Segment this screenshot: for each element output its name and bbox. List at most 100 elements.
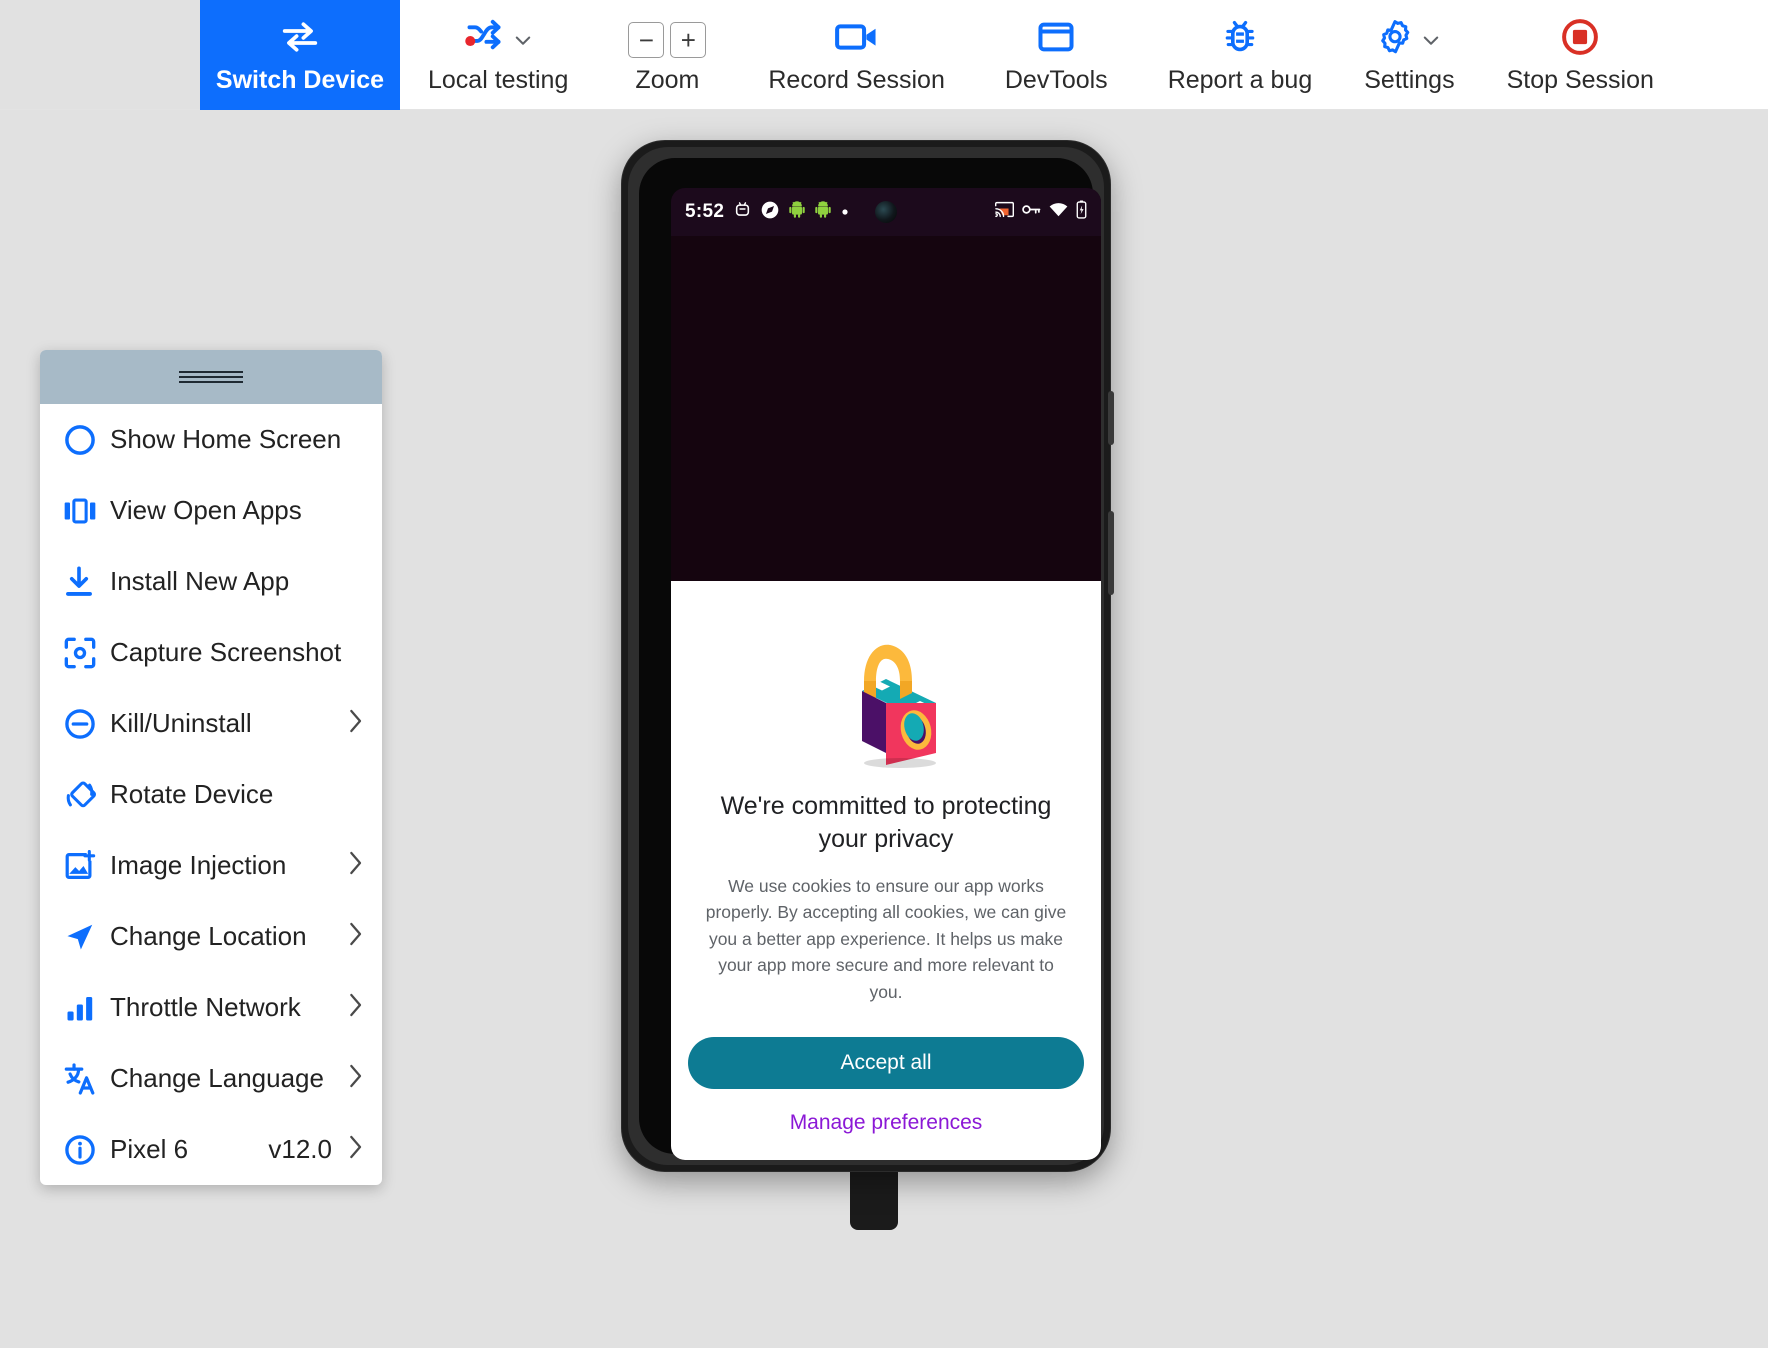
zoom-out-button[interactable]: −: [628, 21, 665, 58]
device-preview: 5:52 We're committed to protecting your …: [621, 140, 1114, 1230]
drag-handle[interactable]: [40, 350, 382, 404]
local-testing-button[interactable]: Local testing: [400, 0, 596, 110]
local-testing-icon-row: [463, 18, 533, 62]
chevron-down-icon[interactable]: [1421, 30, 1441, 50]
device-screen[interactable]: 5:52 We're committed to protecting your …: [671, 188, 1101, 1160]
navigation-arrow-icon: [64, 921, 110, 953]
volume-button[interactable]: [1108, 391, 1114, 445]
sidebar-item-image-injection[interactable]: Image Injection: [40, 830, 382, 901]
top-toolbar: Switch Device Local testing − + Zoom Rec…: [0, 0, 1768, 110]
screenshot-focus-icon: [64, 637, 110, 669]
phone-bezel: 5:52 We're committed to protecting your …: [639, 158, 1101, 1160]
record-session-icon-row: [834, 18, 879, 62]
sidebar-item-show-home-screen[interactable]: Show Home Screen: [40, 404, 382, 475]
sidebar-item-label: Throttle Network: [110, 992, 301, 1022]
battery-icon: [1076, 200, 1087, 224]
cookie-dialog-title: We're committed to protecting your priva…: [720, 792, 1052, 854]
chevron-right-icon: [348, 922, 364, 951]
android-robot-icon: [815, 201, 831, 223]
wifi-icon: [1049, 202, 1068, 222]
translate-icon: [64, 1062, 110, 1095]
device-actions-menu: Show Home Screen View Open Apps Install …: [40, 350, 382, 1185]
device-name-label: Pixel 6: [110, 1134, 189, 1164]
sidebar-item-label: Install New App: [110, 566, 290, 596]
minus-circle-icon: [64, 708, 110, 740]
circle-home-icon: [64, 424, 110, 456]
stop-session-icon-row: [1561, 18, 1599, 62]
report-bug-icon-row: [1223, 18, 1257, 62]
settings-button[interactable]: Settings: [1342, 0, 1476, 110]
status-bar-left: 5:52: [685, 201, 849, 224]
device-stand: [850, 1170, 898, 1230]
cast-icon: [995, 201, 1014, 223]
zoom-control: − + Zoom: [596, 0, 738, 110]
device-version-label: v12.0: [268, 1134, 332, 1164]
browser-window-icon: [1038, 21, 1074, 58]
android-status-bar: 5:52: [671, 188, 1101, 236]
stop-session-button[interactable]: Stop Session: [1477, 0, 1684, 110]
signal-bars-icon: [64, 993, 110, 1023]
sidebar-item-throttle-network[interactable]: Throttle Network: [40, 972, 382, 1043]
accept-all-button[interactable]: Accept all: [688, 1037, 1084, 1090]
record-session-label: Record Session: [768, 65, 945, 94]
sidebar-item-capture-screenshot[interactable]: Capture Screenshot: [40, 617, 382, 688]
record-session-button[interactable]: Record Session: [738, 0, 974, 110]
devtools-button[interactable]: DevTools: [975, 0, 1138, 110]
sidebar-item-label: Kill/Uninstall: [110, 708, 252, 738]
report-a-bug-label: Report a bug: [1167, 65, 1313, 94]
chevron-right-icon: [348, 851, 364, 880]
compass-icon: [761, 201, 779, 224]
sidebar-item-label: Image Injection: [110, 850, 287, 880]
power-button[interactable]: [1108, 511, 1114, 595]
chevron-right-icon: [348, 1064, 364, 1093]
chevron-down-icon[interactable]: [513, 30, 533, 50]
status-bar-right: [995, 200, 1087, 224]
sidebar-item-label: Capture Screenshot: [110, 637, 342, 667]
switch-device-label: Switch Device: [215, 65, 385, 94]
stop-circle-icon: [1561, 18, 1599, 61]
rotate-icon: [64, 779, 110, 811]
chevron-right-icon: [348, 1135, 364, 1164]
cookie-consent-sheet: We're committed to protecting your priva…: [671, 581, 1101, 1160]
manage-preferences-button[interactable]: Manage preferences: [790, 1111, 983, 1135]
switch-arrows-icon: [279, 20, 321, 59]
shuffle-icon: [463, 19, 505, 60]
isometric-padlock-illustration: [812, 619, 960, 774]
sidebar-item-label: Rotate Device: [110, 779, 274, 809]
sidebar-item-label: Show Home Screen: [110, 424, 342, 454]
app-background-area: [671, 236, 1101, 581]
switch-device-button[interactable]: Switch Device: [200, 0, 400, 110]
zoom-stepper-icon: − +: [628, 21, 707, 58]
toolbar-right-spacer: [1684, 0, 1768, 109]
chevron-right-icon: [348, 993, 364, 1022]
chevron-right-icon: [348, 709, 364, 738]
zoom-in-button[interactable]: +: [670, 21, 707, 58]
toolbar-left-spacer: [0, 0, 200, 109]
sidebar-item-label: Change Language: [110, 1063, 324, 1093]
gear-icon: [1377, 19, 1413, 60]
status-clock: 5:52: [685, 201, 725, 222]
info-circle-icon: [64, 1134, 110, 1166]
sidebar-item-rotate-device[interactable]: Rotate Device: [40, 759, 382, 830]
report-a-bug-button[interactable]: Report a bug: [1138, 0, 1343, 110]
sidebar-item-label: Change Location: [110, 921, 307, 951]
zoom-label: Zoom: [635, 65, 700, 94]
sidebar-item-install-new-app[interactable]: Install New App: [40, 546, 382, 617]
sidebar-item-change-language[interactable]: Change Language: [40, 1043, 382, 1114]
download-install-icon: [64, 566, 110, 598]
sidebar-item-change-location[interactable]: Change Location: [40, 901, 382, 972]
stop-session-label: Stop Session: [1506, 65, 1654, 94]
switch-device-icon-row: [279, 18, 321, 62]
dot-icon: [841, 203, 849, 221]
sidebar-item-device-info[interactable]: Pixel 6 v12.0: [40, 1114, 382, 1185]
bug-icon: [1223, 19, 1257, 60]
cookie-dialog-body: We use cookies to ensure our app works p…: [705, 875, 1067, 1002]
sidebar-item-kill-uninstall[interactable]: Kill/Uninstall: [40, 688, 382, 759]
sidebar-item-label: View Open Apps: [110, 495, 302, 525]
local-testing-label: Local testing: [428, 65, 569, 94]
phone-frame: 5:52 We're committed to protecting your …: [621, 140, 1114, 1172]
front-camera-punch-hole: [875, 201, 897, 223]
settings-icon-row: [1377, 18, 1441, 62]
sidebar-item-view-open-apps[interactable]: View Open Apps: [40, 475, 382, 546]
phone-inner-ring: 5:52 We're committed to protecting your …: [628, 147, 1104, 1165]
